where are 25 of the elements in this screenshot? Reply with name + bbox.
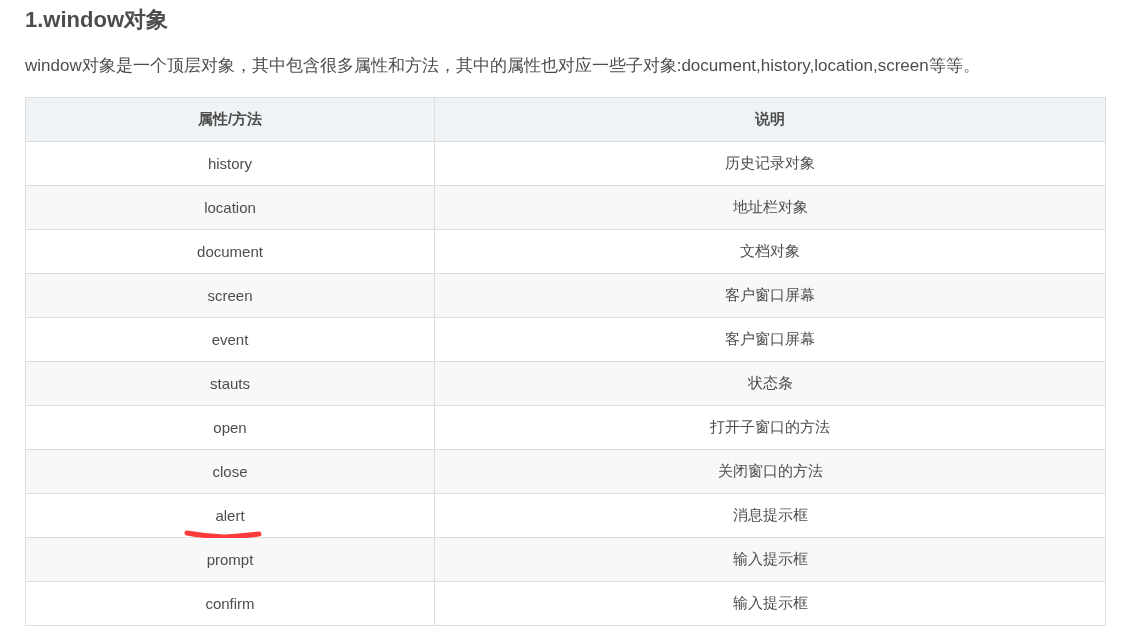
table-cell: document: [25, 229, 435, 274]
table-cell: stauts: [25, 361, 435, 406]
table-cell: 地址栏对象: [434, 185, 1106, 230]
table-cell: confirm: [25, 581, 435, 626]
table-cell: 状态条: [434, 361, 1106, 406]
table-cell: 历史记录对象: [434, 141, 1106, 186]
table-cell: 输入提示框: [434, 537, 1106, 582]
table-cell: screen: [25, 273, 435, 318]
table-cell: 客户窗口屏幕: [434, 317, 1106, 362]
table-cell: location: [25, 185, 435, 230]
table-cell: close: [25, 449, 435, 494]
section-heading: 1.window对象: [25, 6, 169, 34]
table-cell: history: [25, 141, 435, 186]
column-header: 说明: [434, 97, 1106, 142]
table-cell: 客户窗口屏幕: [434, 273, 1106, 318]
table-cell: event: [25, 317, 435, 362]
table-cell: 关闭窗口的方法: [434, 449, 1106, 494]
column-header: 属性/方法: [25, 97, 435, 142]
table-cell: 文档对象: [434, 229, 1106, 274]
table-cell: open: [25, 405, 435, 450]
table-cell: 消息提示框: [434, 493, 1106, 538]
table-cell: prompt: [25, 537, 435, 582]
table-cell: 输入提示框: [434, 581, 1106, 626]
intro-paragraph: window对象是一个顶层对象，其中包含很多属性和方法，其中的属性也对应一些子对象:document,history,location,screen等等。: [25, 55, 981, 77]
table-cell: 打开子窗口的方法: [434, 405, 1106, 450]
